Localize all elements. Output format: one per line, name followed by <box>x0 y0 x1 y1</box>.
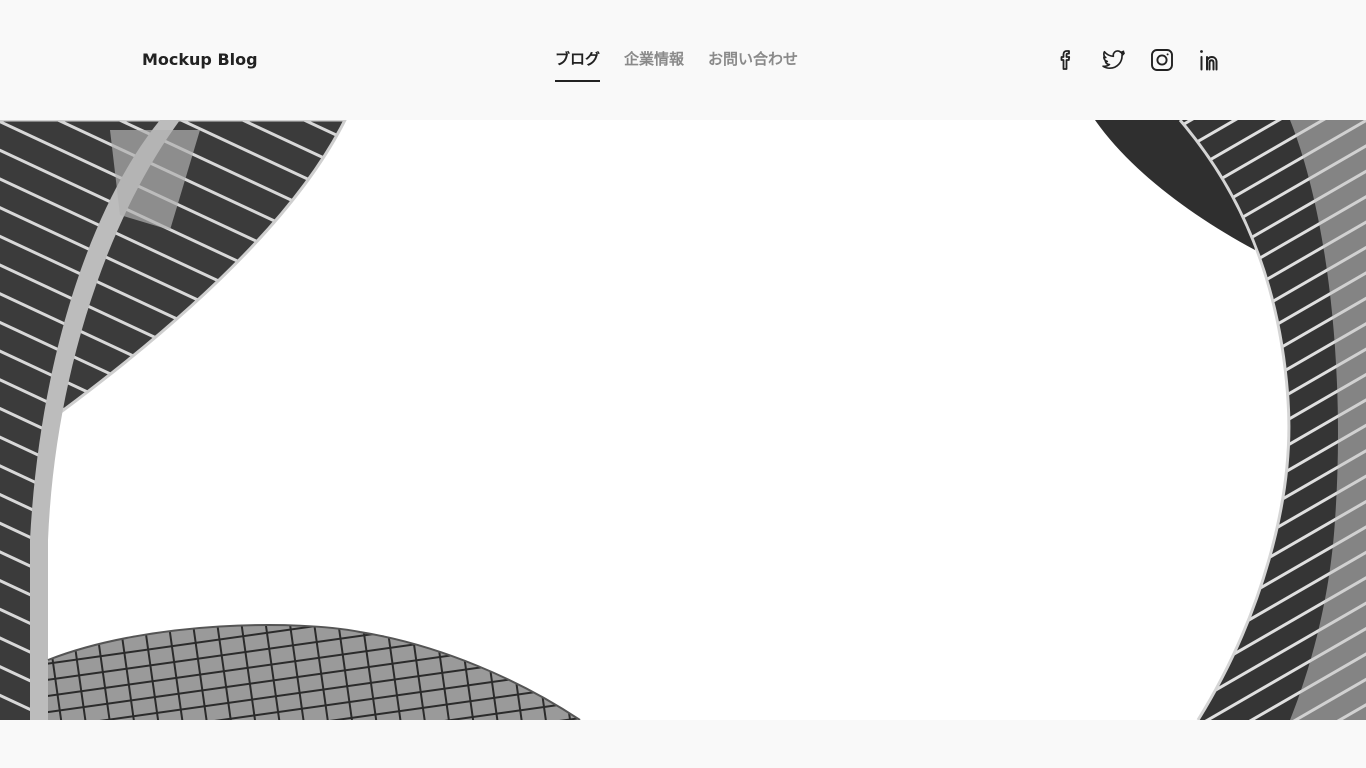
nav-item-blog[interactable]: ブログ <box>555 48 601 82</box>
site-header: Mockup Blog ブログ 企業情報 お問い合わせ <box>0 0 1366 120</box>
site-logo[interactable]: Mockup Blog <box>142 49 258 71</box>
social-links <box>1054 46 1222 74</box>
facebook-icon[interactable] <box>1054 46 1078 74</box>
hero-image <box>0 120 1366 720</box>
below-hero <box>0 720 1366 768</box>
linkedin-icon[interactable] <box>1198 46 1222 74</box>
twitter-icon[interactable] <box>1102 46 1126 74</box>
main-nav: ブログ 企業情報 お問い合わせ <box>555 48 798 82</box>
nav-item-company[interactable]: 企業情報 <box>624 48 684 80</box>
nav-item-contact[interactable]: お問い合わせ <box>708 48 798 80</box>
instagram-icon[interactable] <box>1150 46 1174 74</box>
architecture-photo <box>0 120 1366 720</box>
